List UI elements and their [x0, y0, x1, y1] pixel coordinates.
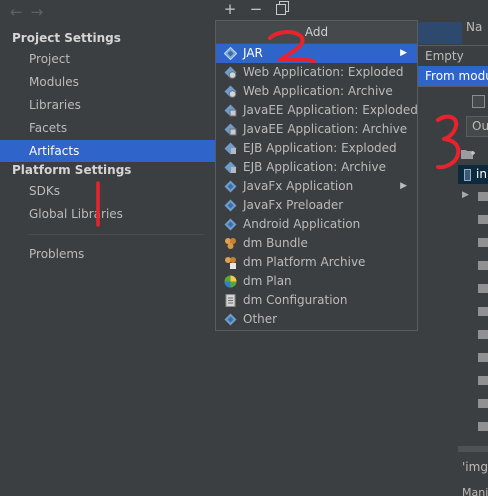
menu-item-other[interactable]: Other: [216, 310, 417, 329]
tree-expand-icon[interactable]: ▶: [462, 190, 469, 200]
folder-icon: [478, 261, 488, 270]
submenu-arrow-icon: ▶: [400, 48, 407, 58]
project-settings-title: Project Settings: [12, 31, 121, 45]
platform-settings-title: Platform Settings: [12, 163, 132, 177]
artifacts-toolbar: + −: [216, 0, 296, 20]
artifact-diamond-icon: [224, 47, 237, 60]
artifact-diamond-icon: [224, 199, 237, 212]
sidebar-item-sdks[interactable]: SDKs: [0, 180, 216, 202]
settings-sidebar: ←→ Project Settings Project Modules Libr…: [0, 0, 216, 496]
copy-icon[interactable]: [274, 1, 290, 17]
web-app-icon: [224, 85, 237, 98]
menu-item-javaee-exploded[interactable]: JavaEE Application: Exploded: [216, 101, 418, 120]
output-field[interactable]: Ou: [466, 116, 488, 137]
add-artifact-popup: Add JAR ▶ Web Application: Exploded Web A…: [215, 20, 418, 331]
javaee-app-icon: [224, 123, 237, 136]
menu-item-javaee-archive[interactable]: JavaEE Application: Archive: [216, 120, 417, 139]
dm-config-icon: [225, 294, 236, 307]
sidebar-item-facets[interactable]: Facets: [0, 117, 216, 139]
artifact-diamond-icon: [224, 180, 237, 193]
menu-item-dm-bundle[interactable]: dm Bundle: [216, 234, 417, 253]
folder-icon: [478, 307, 488, 316]
menu-item-javafx-preloader[interactable]: JavaFx Preloader: [216, 196, 417, 215]
annotation-number-one: [96, 181, 100, 227]
menu-item-android-application[interactable]: Android Application: [216, 215, 417, 234]
folder-icon: [478, 215, 488, 224]
sidebar-item-project[interactable]: Project: [0, 48, 216, 70]
folder-icon: [478, 376, 488, 385]
submenu-item-empty[interactable]: Empty: [418, 46, 488, 66]
menu-item-ejb-archive[interactable]: EJB Application: Archive: [216, 158, 417, 177]
menu-item-dm-configuration[interactable]: dm Configuration: [216, 291, 417, 310]
sidebar-item-libraries[interactable]: Libraries: [0, 94, 216, 116]
output-path-text: 'img: [462, 460, 488, 474]
folder-icon: [478, 422, 488, 431]
folder-icon: [478, 284, 488, 293]
artifact-diamond-icon: [224, 218, 237, 231]
web-app-icon: [224, 66, 237, 79]
folder-icon: [478, 399, 488, 408]
sidebar-item-modules[interactable]: Modules: [0, 71, 216, 93]
jar-submenu: Empty From modu: [417, 45, 488, 87]
folder-icon: [478, 353, 488, 362]
manifest-label: Mani: [462, 486, 488, 496]
artifact-diamond-icon: [224, 313, 237, 326]
folder-icon: [478, 238, 488, 247]
dm-plan-icon: [224, 275, 237, 288]
submenu-item-from-modules[interactable]: From modu: [418, 66, 488, 86]
sidebar-divider: [28, 234, 204, 235]
back-arrow-icon[interactable]: ←: [10, 3, 31, 21]
javaee-app-icon: [224, 104, 237, 117]
folder-icon: [478, 330, 488, 339]
dm-platform-icon: [225, 257, 236, 269]
sidebar-item-global-libraries[interactable]: Global Libraries: [0, 203, 216, 225]
forward-arrow-icon[interactable]: →: [31, 3, 52, 21]
build-checkbox[interactable]: [472, 95, 485, 108]
name-label: Na: [466, 20, 483, 34]
dm-bundle-icon: [225, 238, 236, 249]
header-highlight: [418, 22, 462, 44]
menu-item-javafx-application[interactable]: JavaFx Application ▶: [216, 177, 417, 196]
menu-item-web-archive[interactable]: Web Application: Archive: [216, 82, 417, 101]
ejb-app-icon: [224, 142, 237, 155]
menu-item-dm-plan[interactable]: dm Plan: [216, 272, 417, 291]
ejb-app-icon: [224, 161, 237, 174]
minus-icon[interactable]: −: [248, 1, 264, 17]
sidebar-item-problems[interactable]: Problems: [0, 243, 216, 265]
horizontal-scrollbar[interactable]: [458, 446, 488, 452]
annotation-number-two: [268, 30, 316, 63]
folder-icon: [478, 192, 488, 201]
annotation-number-three: [436, 114, 461, 170]
submenu-arrow-icon: ▶: [400, 181, 407, 191]
plus-icon[interactable]: +: [222, 1, 238, 17]
sidebar-item-artifacts[interactable]: Artifacts: [0, 140, 216, 162]
menu-item-dm-platform-archive[interactable]: dm Platform Archive: [216, 253, 417, 272]
menu-item-ejb-exploded[interactable]: EJB Application: Exploded: [216, 139, 417, 158]
